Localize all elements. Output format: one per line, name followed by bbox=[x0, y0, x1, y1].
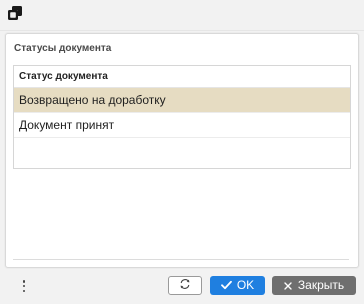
divider bbox=[13, 259, 349, 260]
title-bar bbox=[0, 0, 364, 31]
panel-title: Статусы документа bbox=[14, 43, 112, 54]
table-header: Статус документа bbox=[14, 66, 350, 88]
close-label: Закрыть bbox=[297, 278, 345, 292]
table-row[interactable]: Возвращено на доработку bbox=[14, 88, 350, 113]
check-icon bbox=[220, 279, 232, 293]
refresh-button[interactable] bbox=[168, 276, 202, 295]
table-row[interactable]: Документ принят bbox=[14, 113, 350, 138]
status-cell: Возвращено на доработку bbox=[19, 93, 166, 107]
refresh-icon bbox=[179, 277, 191, 295]
statuses-table: Статус документа Возвращено на доработку… bbox=[13, 65, 351, 169]
more-vertical-icon[interactable] bbox=[16, 278, 32, 294]
ok-label: OK bbox=[236, 278, 255, 292]
document-statuses-panel: Статусы документа Статус документа Возвр… bbox=[5, 33, 359, 268]
status-cell: Документ принят bbox=[19, 118, 115, 132]
window-restore-icon[interactable] bbox=[7, 5, 23, 21]
close-button[interactable]: Закрыть bbox=[272, 276, 356, 295]
ok-button[interactable]: OK bbox=[210, 276, 265, 295]
close-icon bbox=[284, 279, 292, 293]
column-header-status[interactable]: Статус документа bbox=[19, 71, 108, 82]
